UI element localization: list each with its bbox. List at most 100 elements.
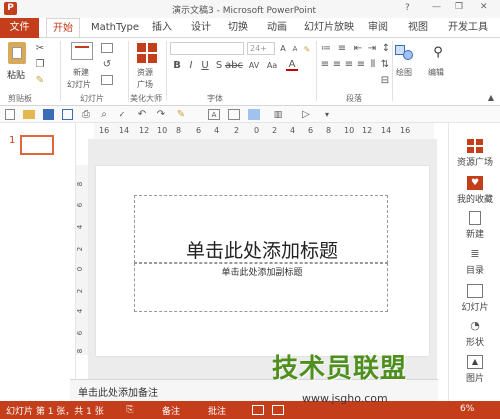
ruler-tick-label: 8 bbox=[326, 126, 332, 135]
save-icon[interactable] bbox=[43, 109, 54, 120]
format-painter-qat-icon[interactable]: ✎ bbox=[175, 109, 187, 120]
resource-plaza-label-2[interactable]: 广场 bbox=[137, 79, 153, 90]
editing-label[interactable]: 编辑 bbox=[428, 67, 444, 78]
line-spacing-icon[interactable]: ↕ bbox=[380, 43, 392, 54]
ribbon-tabs: 文件 开始 MathType 插入 设计 切换 动画 幻灯片放映 审阅 视图 开… bbox=[0, 18, 500, 39]
font-size-box[interactable]: 24+ bbox=[247, 42, 275, 55]
format-painter-icon[interactable]: ✎ bbox=[34, 74, 46, 86]
collapse-ribbon-icon[interactable]: ▲ bbox=[486, 92, 496, 102]
spelling-icon[interactable]: ✓ bbox=[116, 109, 128, 120]
decrease-indent-icon[interactable]: ⇤ bbox=[352, 43, 364, 54]
italic-icon[interactable]: I bbox=[186, 59, 196, 71]
grow-font-icon[interactable]: A bbox=[278, 42, 288, 54]
table-icon[interactable] bbox=[228, 109, 240, 120]
align-center-icon[interactable]: ≡ bbox=[332, 59, 342, 70]
tab-transitions[interactable]: 切换 bbox=[223, 18, 253, 38]
customize-qat-icon[interactable]: ▾ bbox=[322, 109, 332, 120]
title-placeholder[interactable]: 单击此处添加标题 bbox=[134, 195, 388, 263]
layout-icon[interactable] bbox=[101, 43, 113, 53]
new-slide-label-2[interactable]: 幻灯片 bbox=[67, 79, 91, 90]
resource-plaza-icon[interactable] bbox=[137, 43, 157, 63]
font-color-icon[interactable]: A bbox=[286, 59, 298, 71]
preview-icon[interactable]: ⌕ bbox=[98, 109, 110, 120]
group-separator bbox=[128, 41, 129, 101]
tab-view[interactable]: 视图 bbox=[403, 18, 433, 38]
taskpane-slides[interactable]: 幻灯片 bbox=[449, 284, 500, 313]
bullets-icon[interactable]: ≔ bbox=[320, 43, 332, 54]
picture-qat-icon[interactable] bbox=[248, 109, 260, 120]
text-box-icon[interactable]: A bbox=[208, 109, 220, 120]
tab-file[interactable]: 文件 bbox=[0, 18, 39, 38]
zoom-level[interactable]: 6% bbox=[460, 404, 474, 414]
text-direction-icon[interactable]: ⇅ bbox=[380, 59, 390, 70]
reset-icon[interactable]: ↺ bbox=[101, 59, 113, 70]
find-binoculars-icon[interactable]: ⚲ bbox=[428, 42, 448, 62]
tab-design[interactable]: 设计 bbox=[186, 18, 216, 38]
help-button[interactable]: ? bbox=[405, 3, 410, 13]
strikethrough-icon[interactable]: abc bbox=[225, 59, 243, 71]
shadow-icon[interactable]: S bbox=[214, 59, 224, 71]
taskpane-favorites[interactable]: ♥ 我的收藏 bbox=[449, 176, 500, 205]
numbering-icon[interactable]: ≡ bbox=[336, 43, 348, 54]
new-slide-icon[interactable] bbox=[71, 42, 93, 60]
font-name-box[interactable] bbox=[170, 42, 244, 55]
columns-icon[interactable]: ⫴ bbox=[368, 59, 378, 70]
subtitle-placeholder[interactable]: 单击此处添加副标题 bbox=[134, 263, 388, 312]
taskpane-pictures[interactable]: ▲ 图片 bbox=[449, 355, 500, 384]
taskpane-resources[interactable]: 资源广场 bbox=[449, 139, 500, 168]
justify-icon[interactable]: ≡ bbox=[356, 59, 366, 70]
align-left-icon[interactable]: ≡ bbox=[320, 59, 330, 70]
chart-qat-icon[interactable]: ▥ bbox=[272, 109, 284, 120]
ruler-tick-label: 12 bbox=[139, 126, 150, 135]
slideshow-qat-icon[interactable]: ▷ bbox=[300, 109, 312, 120]
new-slide-label[interactable]: 新建 bbox=[73, 67, 89, 78]
comments-toggle[interactable]: 批注 bbox=[208, 404, 226, 417]
tab-mathtype[interactable]: MathType bbox=[86, 18, 144, 38]
bold-icon[interactable]: B bbox=[172, 59, 182, 71]
change-case-icon[interactable]: Aa bbox=[266, 59, 278, 71]
redo-icon[interactable]: ↷ bbox=[155, 109, 167, 120]
resource-plaza-icon bbox=[467, 139, 483, 153]
align-text-icon[interactable]: ⊟ bbox=[380, 75, 390, 86]
close-button[interactable]: ✕ bbox=[480, 2, 488, 12]
open-folder-icon[interactable] bbox=[23, 110, 35, 119]
shrink-font-icon[interactable]: A bbox=[290, 43, 300, 55]
slide-sorter-icon[interactable] bbox=[272, 405, 284, 415]
char-spacing-icon[interactable]: AV bbox=[248, 59, 260, 71]
slide-thumbnail[interactable] bbox=[20, 135, 54, 155]
align-right-icon[interactable]: ≡ bbox=[344, 59, 354, 70]
paste-icon[interactable] bbox=[8, 42, 26, 64]
increase-indent-icon[interactable]: ⇥ bbox=[366, 43, 378, 54]
paste-button-label[interactable]: 粘贴 bbox=[7, 68, 25, 81]
drawing-icon[interactable] bbox=[394, 42, 416, 62]
restore-button[interactable]: ❐ bbox=[455, 2, 463, 12]
taskpane-shapes[interactable]: ◔ 形状 bbox=[449, 319, 500, 348]
tab-animations[interactable]: 动画 bbox=[262, 18, 292, 38]
taskpane-new[interactable]: 新建 bbox=[449, 211, 500, 240]
notes-toggle[interactable]: 备注 bbox=[162, 404, 180, 417]
tab-review[interactable]: 审阅 bbox=[363, 18, 393, 38]
undo-icon[interactable]: ↶ bbox=[136, 109, 148, 120]
normal-view-icon[interactable] bbox=[252, 405, 264, 415]
scissors-icon[interactable]: ✂ bbox=[34, 42, 46, 54]
ruler-tick-label: 8 bbox=[176, 126, 182, 135]
clear-format-icon[interactable]: ✎ bbox=[302, 43, 312, 55]
new-file-icon[interactable] bbox=[5, 109, 15, 120]
tab-slideshow[interactable]: 幻灯片放映 bbox=[301, 18, 357, 38]
tab-insert[interactable]: 插入 bbox=[147, 18, 177, 38]
drawing-label[interactable]: 绘图 bbox=[396, 67, 412, 78]
copy-icon[interactable]: ❐ bbox=[34, 58, 46, 70]
group-label-slides: 幻灯片 bbox=[80, 94, 104, 103]
tab-home[interactable]: 开始 bbox=[46, 18, 80, 39]
spellcheck-status-icon[interactable]: ⎘ bbox=[124, 404, 136, 416]
ruler-tick-label: 14 bbox=[119, 126, 130, 135]
resource-plaza-label[interactable]: 资源 bbox=[137, 67, 153, 78]
print-icon[interactable]: ⎙ bbox=[80, 109, 92, 120]
taskpane-label: 新建 bbox=[465, 230, 484, 240]
taskpane-toc[interactable]: ≣ 目录 bbox=[449, 247, 500, 276]
minimize-button[interactable]: — bbox=[432, 2, 441, 12]
tab-developer[interactable]: 开发工具 bbox=[440, 18, 496, 38]
underline-icon[interactable]: U bbox=[200, 59, 210, 71]
save-as-icon[interactable] bbox=[62, 109, 73, 120]
section-icon[interactable] bbox=[101, 75, 113, 85]
